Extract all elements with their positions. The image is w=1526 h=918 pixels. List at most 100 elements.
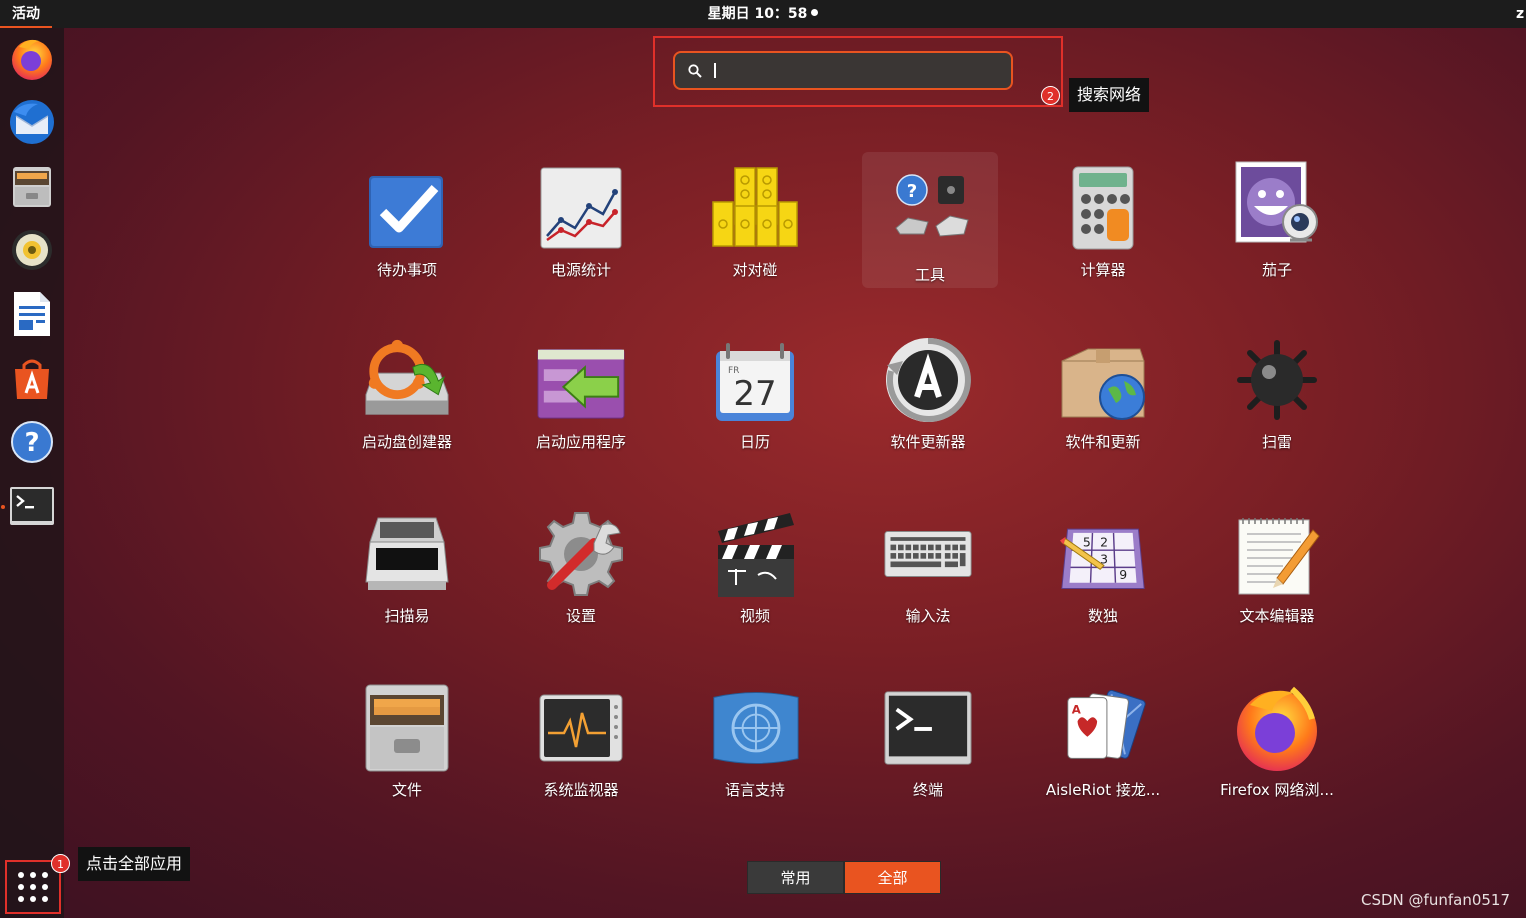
app-label: Firefox 网络浏... (1220, 781, 1334, 799)
all-apps-button[interactable]: 全部 (844, 861, 941, 894)
app-calendar[interactable]: FR 27 日历 (685, 335, 825, 465)
webcam-photo-icon (1235, 161, 1318, 243)
search-input-caret[interactable] (714, 63, 716, 78)
shopping-bag-icon (15, 359, 49, 399)
help-icon: ? (11, 421, 53, 463)
app-firefox[interactable]: Firefox 网络浏... (1207, 683, 1347, 813)
app-software-properties[interactable]: 软件和更新 (1033, 335, 1173, 465)
clock[interactable]: 星期日 10：58 (0, 0, 1526, 28)
app-startup-applications[interactable]: 启动应用程序 (511, 335, 651, 465)
app-label: 文件 (391, 781, 422, 799)
dock: ? (0, 28, 64, 918)
app-label: 视频 (739, 607, 770, 625)
app-folder-tools[interactable]: ? 工具 (860, 165, 1000, 295)
dock-item-help[interactable]: ? (6, 416, 58, 468)
calendar-icon: FR 27 (716, 343, 794, 421)
app-startup-disk-creator[interactable]: 启动盘创建器 (337, 335, 477, 465)
playing-cards-icon: A A (1067, 689, 1146, 759)
app-terminal[interactable]: 终端 (858, 683, 998, 813)
annotation-note-show-apps: 点击全部应用 (78, 847, 191, 881)
terminal-icon (884, 691, 972, 765)
dock-item-files[interactable] (6, 160, 58, 212)
checkbox-icon (369, 176, 443, 248)
top-bar: 活动 星期日 10：58 z (0, 0, 1526, 28)
keyboard-icon (884, 531, 972, 577)
view-toggle: 常用 全部 (747, 861, 941, 894)
app-language-support[interactable]: 语言支持 (685, 683, 825, 813)
language-flag-icon (713, 692, 799, 764)
app-simple-scan[interactable]: 扫描易 (337, 509, 477, 639)
system-monitor-icon (539, 694, 623, 762)
app-calculator[interactable]: 计算器 (1033, 163, 1173, 293)
app-label: 设置 (565, 607, 596, 625)
app-label: 系统监视器 (543, 781, 619, 799)
app-software-updater[interactable]: 软件更新器 (858, 335, 998, 465)
app-cheese[interactable]: 茄子 (1207, 160, 1347, 290)
dock-item-writer[interactable] (6, 288, 58, 340)
app-input-method[interactable]: 输入法 (858, 509, 998, 639)
app-videos[interactable]: 视频 (685, 509, 825, 639)
dock-item-ubuntu-software[interactable] (6, 352, 58, 404)
dock-item-thunderbird[interactable] (6, 96, 58, 148)
annotation-marker-2: 2 (1041, 86, 1060, 105)
software-updater-icon (886, 337, 971, 422)
dock-item-firefox[interactable] (6, 32, 58, 84)
app-label: 终端 (912, 781, 943, 799)
annotation-note-search: 搜索网络 (1069, 78, 1150, 112)
app-mines[interactable]: 扫雷 (1207, 335, 1347, 465)
app-files[interactable]: 文件 (337, 683, 477, 813)
svg-text:?: ? (24, 428, 39, 458)
app-label: 电源统计 (550, 261, 611, 279)
file-cabinet-icon (365, 684, 449, 772)
thunderbird-icon (10, 100, 54, 144)
svg-text:A: A (1072, 702, 1082, 716)
app-label: 文本编辑器 (1239, 607, 1315, 625)
app-sudoku[interactable]: 5 2 3 9 数独 (1033, 509, 1173, 639)
running-indicator-dot (1, 505, 5, 509)
app-todo[interactable]: 待办事项 (337, 163, 477, 293)
calendar-day-number: 27 (733, 374, 776, 414)
clapperboard-icon (718, 513, 794, 597)
app-label: 软件更新器 (890, 433, 966, 451)
app-text-editor[interactable]: 文本编辑器 (1207, 509, 1347, 639)
app-label: 数独 (1087, 607, 1118, 625)
calculator-icon (1072, 166, 1134, 250)
app-label: 茄子 (1261, 261, 1292, 279)
tools-folder-icon: ? (895, 174, 969, 237)
app-label: 工具 (914, 266, 945, 284)
svg-text:?: ? (907, 181, 917, 202)
app-settings[interactable]: 设置 (511, 509, 651, 639)
app-grid-icon (18, 872, 48, 902)
notification-dot-icon (811, 9, 819, 16)
dock-item-terminal[interactable] (6, 480, 58, 532)
sudoku-icon: 5 2 3 9 (1059, 528, 1145, 589)
speaker-icon (12, 230, 52, 270)
annotation-marker-1: 1 (51, 854, 70, 873)
app-label: 计算器 (1080, 261, 1126, 279)
app-power-statistics[interactable]: 电源统计 (511, 163, 651, 293)
disk-creator-icon (365, 339, 449, 415)
search-icon (688, 64, 702, 78)
app-label: 启动盘创建器 (361, 433, 452, 451)
svg-text:2: 2 (1100, 534, 1108, 549)
firefox-icon (1237, 686, 1317, 771)
document-writer-icon (14, 292, 50, 336)
startup-apps-icon (537, 349, 625, 419)
scanner-icon (365, 517, 449, 590)
system-menu[interactable]: z (1516, 0, 1526, 28)
watermark: CSDN @funfan0517 (1361, 891, 1510, 909)
app-system-monitor[interactable]: 系统监视器 (511, 683, 651, 813)
app-five-or-more[interactable]: 对对碰 (685, 163, 825, 293)
gold-bars-icon (712, 167, 798, 247)
app-label: 扫雷 (1261, 433, 1292, 451)
text-editor-icon (1238, 518, 1320, 595)
app-aisleriot[interactable]: A A AisleRiot 接龙... (1033, 683, 1173, 813)
frequent-apps-button[interactable]: 常用 (747, 861, 844, 894)
terminal-icon (10, 487, 54, 525)
app-label: 软件和更新 (1065, 433, 1141, 451)
search-box[interactable] (673, 51, 1013, 90)
dock-item-rhythmbox[interactable] (6, 224, 58, 276)
app-label: 启动应用程序 (535, 433, 626, 451)
app-label: AisleRiot 接龙... (1045, 781, 1161, 799)
svg-text:5: 5 (1083, 534, 1091, 549)
